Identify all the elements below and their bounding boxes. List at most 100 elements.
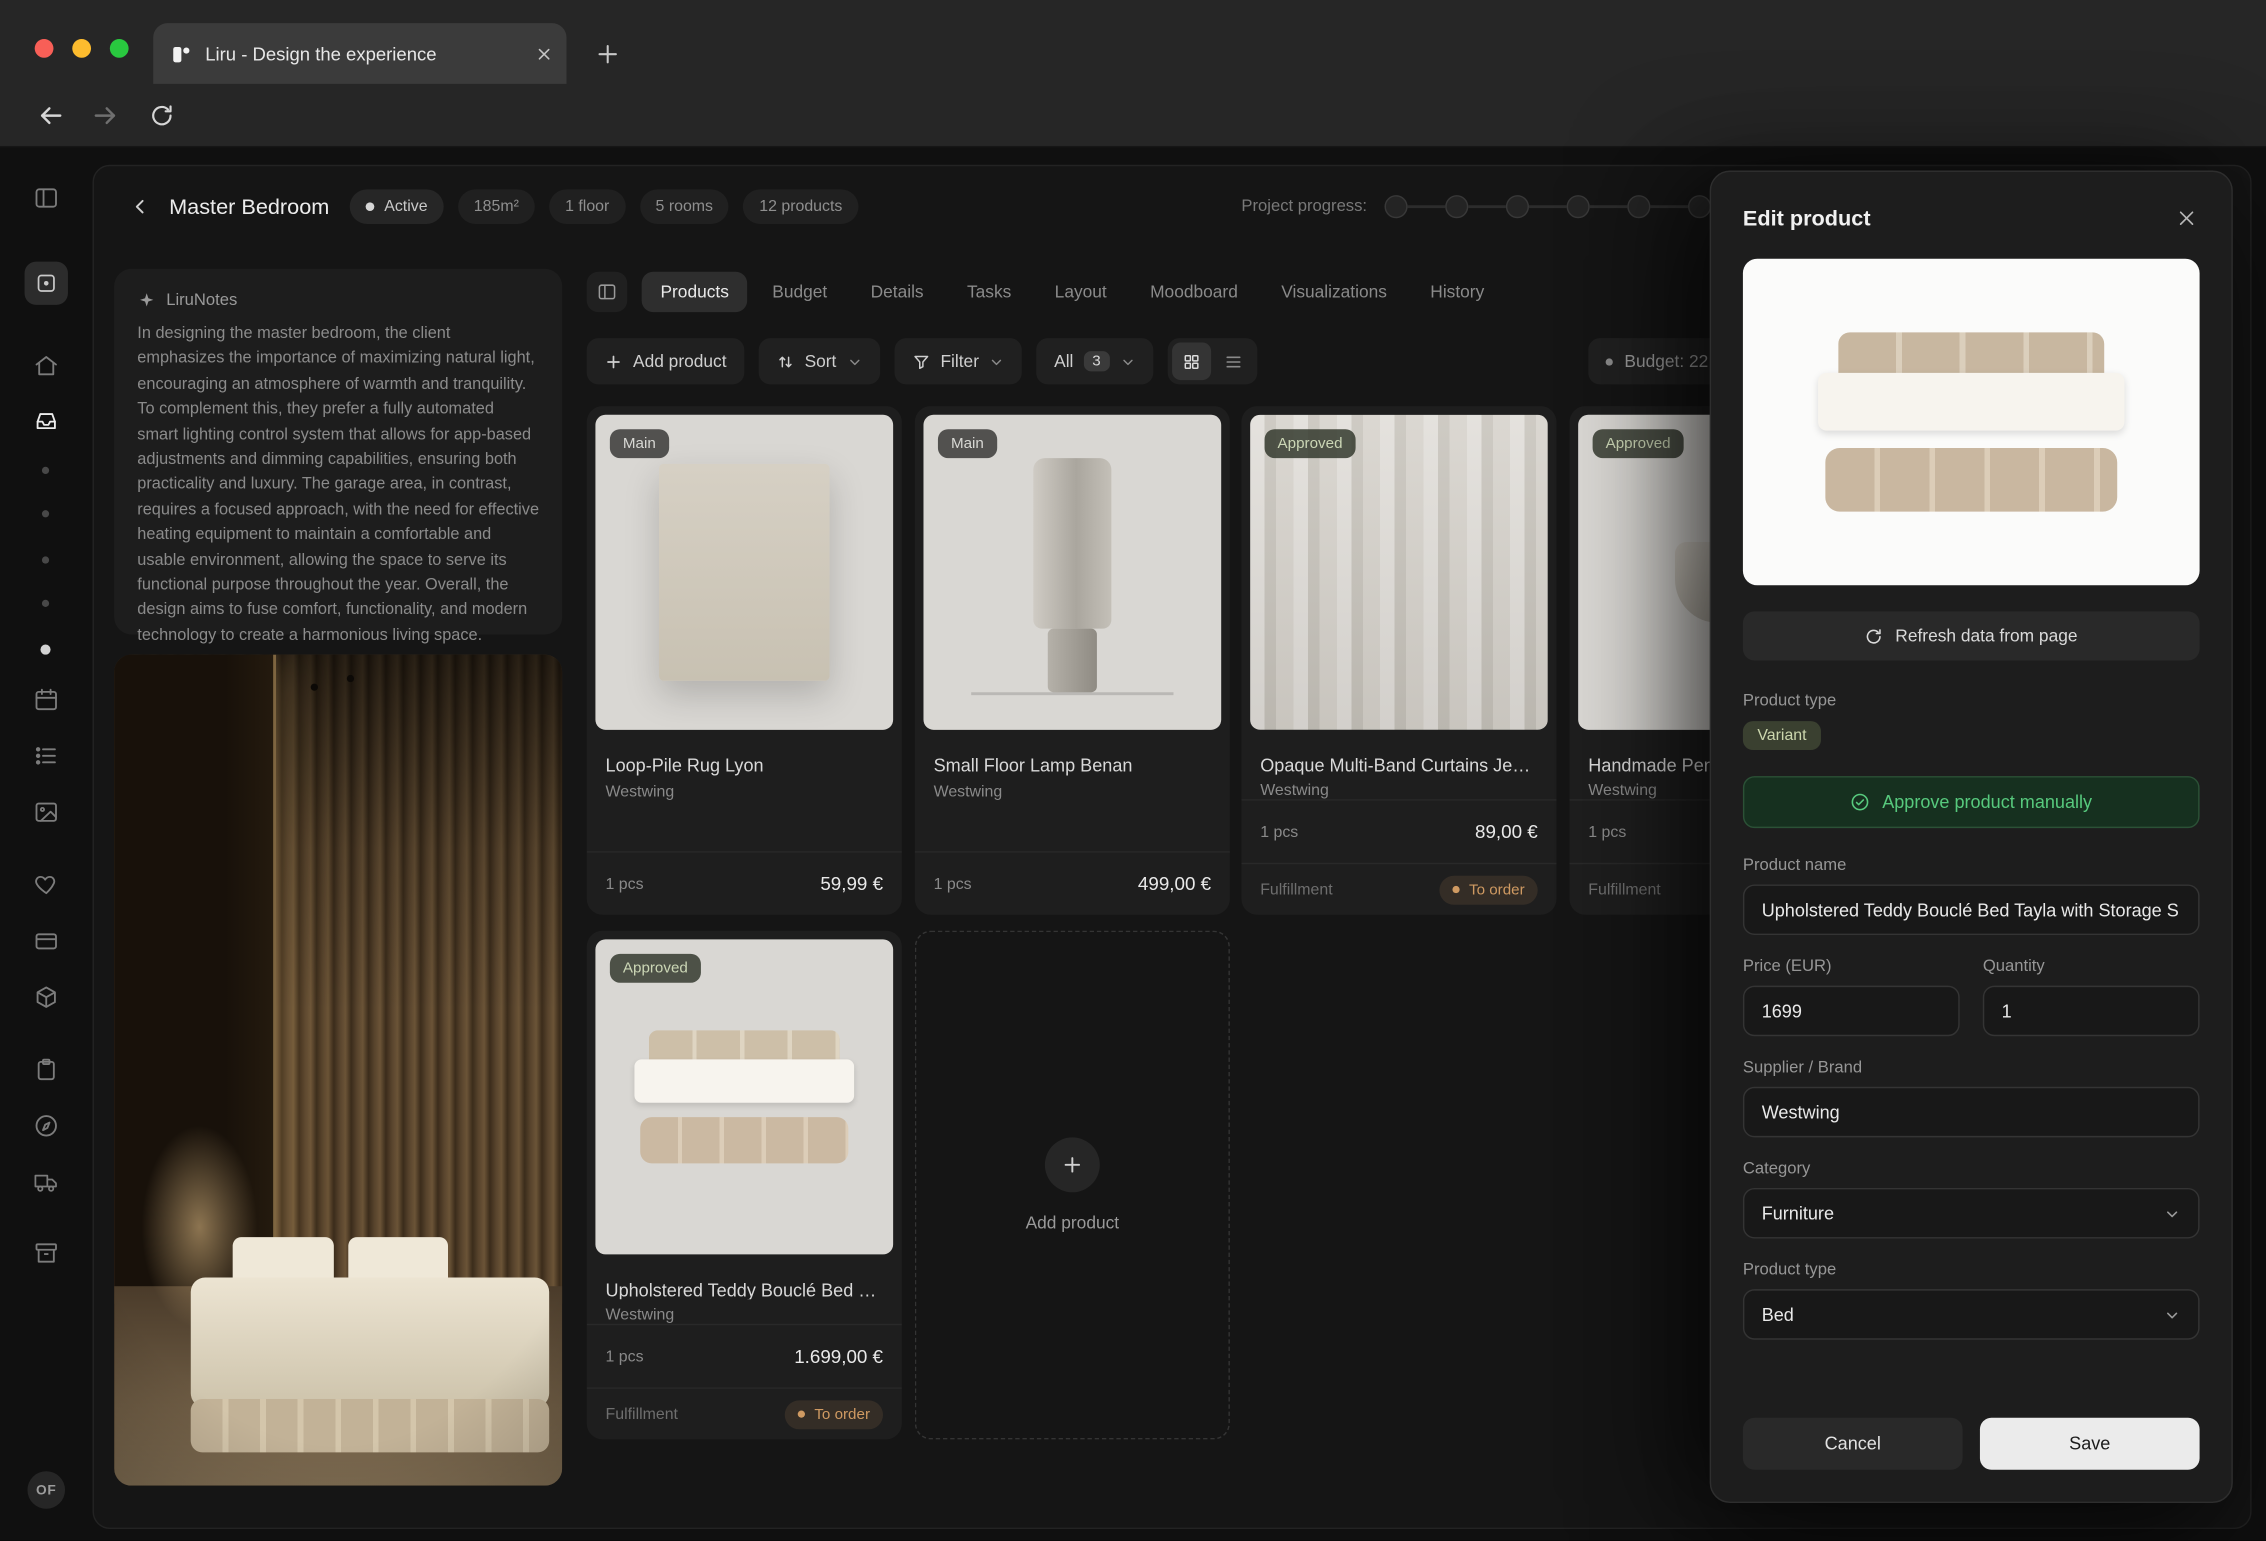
project-title: Master Bedroom xyxy=(169,194,329,219)
refresh-data-button[interactable]: Refresh data from page xyxy=(1743,611,2200,660)
product-card-curtains[interactable]: Approved Opaque Multi-Band Curtains Je… … xyxy=(1241,406,1556,915)
panel-header: Edit product xyxy=(1743,204,2200,233)
reload-icon[interactable] xyxy=(146,100,178,132)
product-qty: 1 pcs xyxy=(1588,823,1626,840)
page-dot[interactable] xyxy=(42,467,49,474)
tab-visualizations[interactable]: Visualizations xyxy=(1262,272,1405,312)
product-brand: Westwing xyxy=(606,1306,883,1323)
grid-view-icon[interactable] xyxy=(1171,343,1210,381)
approved-badge: Approved xyxy=(1265,429,1356,458)
type-select[interactable]: Bed xyxy=(1743,1289,2200,1340)
archive-icon[interactable] xyxy=(29,1236,64,1271)
tab-details[interactable]: Details xyxy=(852,272,943,312)
projects-inbox-icon[interactable] xyxy=(29,403,64,438)
page-dot[interactable] xyxy=(42,600,49,607)
product-name-input[interactable] xyxy=(1743,884,2200,935)
support-compass-icon[interactable] xyxy=(29,1108,64,1143)
page-dot[interactable] xyxy=(42,510,49,517)
product-name-label: Product name xyxy=(1743,857,2200,874)
category-field: Category Furniture xyxy=(1743,1160,2200,1238)
tab-budget[interactable]: Budget xyxy=(753,272,846,312)
browser-tabstrip: Liru - Design the experience xyxy=(0,0,2266,84)
tab-tasks[interactable]: Tasks xyxy=(948,272,1030,312)
product-qty: 1 pcs xyxy=(606,875,644,892)
budget-wallet-icon[interactable] xyxy=(29,923,64,958)
favorites-icon[interactable] xyxy=(29,867,64,902)
progress-step[interactable] xyxy=(1445,195,1468,218)
tab-history[interactable]: History xyxy=(1412,272,1504,312)
product-image: Approved xyxy=(1250,415,1548,730)
tab-close-icon[interactable] xyxy=(536,46,552,62)
add-product-button[interactable]: Add product xyxy=(587,338,744,384)
category-select[interactable]: Furniture xyxy=(1743,1188,2200,1239)
user-avatar[interactable]: OF xyxy=(27,1471,65,1509)
filter-button[interactable]: Filter xyxy=(894,338,1022,384)
product-card-bed[interactable]: Approved Upholstered Teddy Bouclé Bed … … xyxy=(587,931,902,1440)
list-view-icon[interactable] xyxy=(1213,343,1252,381)
progress-label: Project progress: xyxy=(1241,198,1367,215)
maximize-window-button[interactable] xyxy=(110,39,129,58)
product-name: Loop-Pile Rug Lyon xyxy=(606,756,883,776)
product-image: Main xyxy=(595,415,893,730)
lamp-illustration xyxy=(1033,458,1111,629)
quantity-input[interactable] xyxy=(1983,986,2200,1037)
close-icon[interactable] xyxy=(2174,205,2200,231)
tab-products[interactable]: Products xyxy=(642,272,748,312)
new-tab-button[interactable] xyxy=(590,36,625,71)
notes-header: LiruNotes xyxy=(137,290,539,309)
products-toolbar: Add product Sort Filter All 3 xyxy=(587,338,1257,384)
product-qty: 1 pcs xyxy=(934,875,972,892)
tab-moodboard[interactable]: Moodboard xyxy=(1131,272,1256,312)
plus-icon xyxy=(1045,1137,1100,1192)
supplier-input[interactable] xyxy=(1743,1087,2200,1138)
product-card-rug[interactable]: Main Loop-Pile Rug Lyon Westwing 1 pcs 5… xyxy=(587,406,902,915)
chevron-down-icon xyxy=(847,353,863,369)
browser-tab[interactable]: Liru - Design the experience xyxy=(153,23,566,84)
close-window-button[interactable] xyxy=(35,39,54,58)
app-logo-icon[interactable] xyxy=(25,262,68,305)
back-icon[interactable] xyxy=(35,100,67,132)
qty-price-row: 1 pcs 89,00 € xyxy=(1241,799,1556,863)
delivery-truck-icon[interactable] xyxy=(29,1165,64,1200)
scope-count-badge: 3 xyxy=(1084,351,1110,371)
minimize-window-button[interactable] xyxy=(72,39,91,58)
page-dot[interactable] xyxy=(42,556,49,563)
cancel-button[interactable]: Cancel xyxy=(1743,1418,1963,1470)
orders-clipboard-icon[interactable] xyxy=(29,1052,64,1087)
panel-title: Edit product xyxy=(1743,206,1871,231)
progress-step[interactable] xyxy=(1567,195,1590,218)
plus-icon xyxy=(604,352,623,371)
progress-step[interactable] xyxy=(1688,195,1711,218)
forward-icon[interactable] xyxy=(90,100,122,132)
tab-layout[interactable]: Layout xyxy=(1036,272,1126,312)
project-progress: Project progress: xyxy=(1241,186,1711,226)
sort-button[interactable]: Sort xyxy=(758,338,879,384)
gallery-icon[interactable] xyxy=(29,795,64,830)
calendar-icon[interactable] xyxy=(29,682,64,717)
add-product-card[interactable]: Add product xyxy=(915,931,1230,1440)
tasks-list-icon[interactable] xyxy=(29,738,64,773)
progress-steps xyxy=(1384,195,1711,218)
page-dot-active[interactable] xyxy=(40,645,50,655)
sidebar-toggle-icon[interactable] xyxy=(29,181,64,216)
approve-product-button[interactable]: Approve product manually xyxy=(1743,776,2200,828)
price-input[interactable] xyxy=(1743,986,1960,1037)
progress-step[interactable] xyxy=(1384,195,1407,218)
product-card-lamp[interactable]: Main Small Floor Lamp Benan Westwing 1 p… xyxy=(915,406,1230,915)
products-box-icon[interactable] xyxy=(29,980,64,1015)
save-button[interactable]: Save xyxy=(1980,1418,2200,1470)
type-label: Product type xyxy=(1743,1262,2200,1279)
fulfillment-label: Fulfillment xyxy=(606,1405,678,1422)
back-chevron-icon[interactable] xyxy=(129,194,155,220)
tab-favicon xyxy=(171,43,193,65)
product-type-label: Product type xyxy=(1743,692,2200,709)
scope-filter-button[interactable]: All 3 xyxy=(1037,338,1153,384)
progress-step[interactable] xyxy=(1506,195,1529,218)
rug-illustration xyxy=(659,464,830,681)
home-icon[interactable] xyxy=(29,348,64,383)
progress-step[interactable] xyxy=(1627,195,1650,218)
liru-notes-card: LiruNotes In designing the master bedroo… xyxy=(114,269,562,635)
edit-product-panel: Edit product Refresh data from page Prod… xyxy=(1710,171,2233,1503)
collapse-panel-icon[interactable] xyxy=(587,272,627,312)
browser-toolbar: https://www.liru.app xyxy=(0,84,2266,148)
